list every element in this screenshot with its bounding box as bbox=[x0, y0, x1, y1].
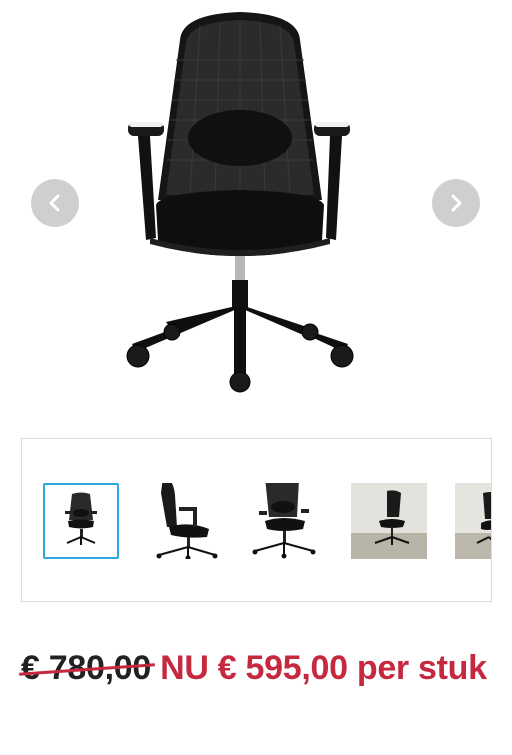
chair-back-thumbnail-image bbox=[252, 483, 316, 559]
previous-image-button[interactable] bbox=[31, 179, 79, 227]
thumbnail-chair-side[interactable] bbox=[149, 483, 225, 559]
thumbnail-strip bbox=[21, 438, 492, 602]
chevron-right-icon bbox=[451, 194, 462, 212]
chair-front-thumbnail-image bbox=[65, 492, 97, 545]
price-block: € 780,00 NU € 595,00 per stuk bbox=[19, 640, 496, 696]
chair-partial-thumbnail-image bbox=[455, 483, 491, 559]
thumbnail-chair-front[interactable] bbox=[43, 483, 119, 559]
new-price: NU € 595,00 per stuk bbox=[160, 649, 487, 687]
next-image-button[interactable] bbox=[432, 179, 480, 227]
chair-in-room-thumbnail-image bbox=[351, 483, 427, 559]
thumbnail-chair-in-room[interactable] bbox=[351, 483, 427, 559]
thumbnail-chair-back[interactable] bbox=[249, 483, 325, 559]
chevron-left-icon bbox=[49, 194, 60, 212]
chair-side-thumbnail-image bbox=[156, 483, 218, 559]
thumbnail-chair-in-room-partial[interactable] bbox=[455, 483, 491, 559]
product-image-gallery bbox=[0, 0, 512, 410]
old-price: € 780,00 bbox=[19, 640, 155, 696]
